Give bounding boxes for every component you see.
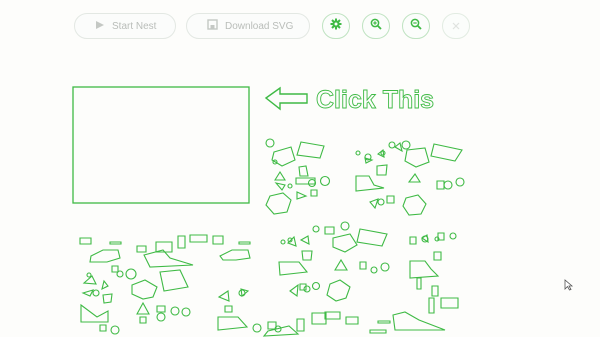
part-group[interactable]: [79, 234, 251, 335]
nesting-workspace: Click This: [72, 86, 465, 337]
mouse-cursor-icon: [564, 279, 574, 291]
part-group[interactable]: [369, 232, 459, 334]
sheet-bin[interactable]: [72, 86, 250, 204]
arrow-left-icon: [264, 86, 308, 111]
part-group[interactable]: [217, 221, 390, 337]
part-group[interactable]: [265, 138, 331, 215]
click-this-hint: Click This: [316, 86, 434, 114]
part-group[interactable]: [355, 140, 465, 216]
